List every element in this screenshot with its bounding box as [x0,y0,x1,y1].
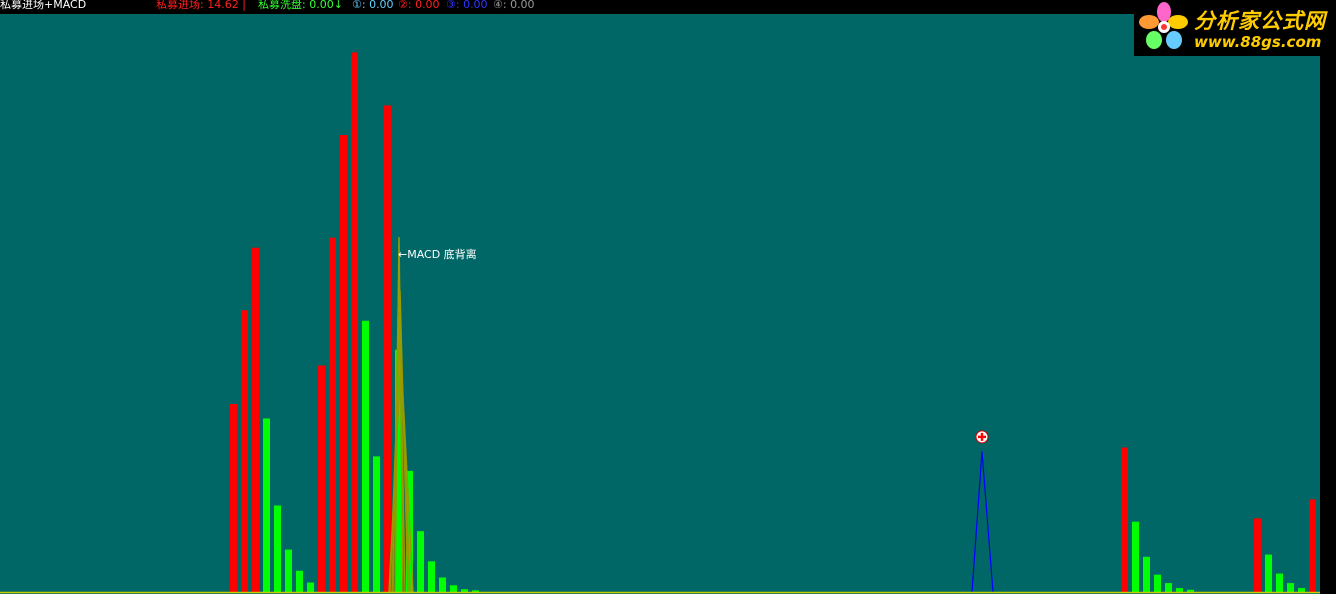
site-logo: 分析家公式网 www.88gs.com [1134,0,1336,56]
logo-brand-text: 分析家公式网 [1194,9,1326,33]
header-item-simu-washout: 私募洗盘: 0.00↓ [258,0,343,11]
macd-green-bar [373,456,380,592]
macd-green-bar [296,570,303,592]
macd-chart [0,52,1320,594]
macd-green-bar [1276,573,1283,592]
macd-green-bar [450,585,457,592]
macd-green-bar [1187,589,1194,592]
macd-green-bar [1154,574,1161,592]
header-item-line-1: ①: 0.00 [352,0,394,11]
macd-green-bar [461,589,468,592]
macd-red-bar [340,134,347,593]
macd-green-bar [274,505,281,592]
macd-green-bar [1287,583,1294,592]
macd-red-bar [241,310,248,592]
macd-green-bar [417,531,424,592]
macd-green-bar [307,582,314,592]
macd-green-bar [1176,588,1183,592]
buy-signal-marker-icon [975,430,989,444]
blue-signal-peak [971,451,994,593]
macd-green-bar [439,577,446,592]
macd-green-bar [1143,556,1150,592]
flower-logo-icon [1139,2,1188,49]
macd-green-bar [1165,583,1172,592]
macd-red-bar [252,247,259,593]
macd-green-bar [362,320,369,592]
macd-green-bar [428,561,435,592]
macd-red-bar [1254,518,1261,592]
macd-green-bar [285,549,292,592]
macd-green-bar [263,418,270,592]
macd-red-bar [329,237,336,593]
macd-divergence-annotation: ←MACD 底背离 [398,248,477,261]
macd-red-bar [1309,499,1316,592]
header-item-line-2: ②: 0.00 [398,0,440,11]
macd-green-bar [1298,588,1305,592]
macd-red-bar [230,403,237,592]
macd-green-bar [1132,521,1139,592]
logo-url-text: www.88gs.com [1194,33,1322,51]
macd-red-bar [351,52,358,592]
macd-red-bar [1121,447,1128,592]
macd-green-bar [1265,554,1272,592]
macd-red-bar [318,365,325,592]
header-item-line-3: ③: 0.00 [446,0,488,11]
indicator-name: 私募进场+MACD [0,0,87,11]
header-item-line-4: ④: 0.00 [493,0,535,11]
macd-green-bar [472,590,479,592]
header-item-simu-entry: 私募进场: 14.62 | [156,0,246,11]
macd-red-bar [384,105,391,592]
